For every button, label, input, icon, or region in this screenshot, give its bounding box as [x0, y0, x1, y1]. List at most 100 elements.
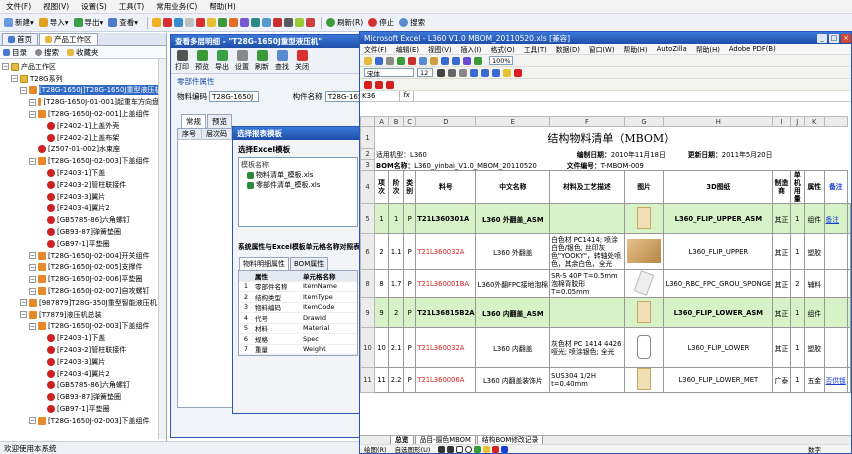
- table-header-cell[interactable]: 3D图纸: [663, 170, 774, 204]
- leaf-spacer[interactable]: [38, 193, 45, 200]
- info-row[interactable]: 适用机型：L360 编制日期：2010年11月18日 更新日期：2011年5月20日: [375, 149, 848, 160]
- checkin-icon[interactable]: [218, 18, 228, 27]
- minimize-button[interactable]: _: [817, 33, 827, 43]
- table-row[interactable]: 8 8 1.7 P T21L360001BA L360外翻FPC接地泡棉 SR-S 40P …: [360, 269, 851, 298]
- part-code-field[interactable]: T28G-1650J: [209, 91, 259, 102]
- table-cell[interactable]: 广泰: [772, 367, 791, 393]
- table-cell[interactable]: [847, 233, 851, 270]
- table-cell[interactable]: T21L360301A: [415, 203, 477, 234]
- mapping-row[interactable]: 2 结构类型 ItemType: [239, 292, 357, 303]
- table-header-cell[interactable]: 单机用量: [789, 170, 805, 204]
- detail-toolbar-button[interactable]: 关闭: [295, 49, 309, 72]
- table-cell[interactable]: 1: [789, 327, 805, 368]
- collapse-toggle-icon[interactable]: −: [2, 63, 9, 71]
- table-cell[interactable]: [847, 327, 851, 368]
- tree-node[interactable]: − [987879]T28G-350J重型智能液压机: [2, 297, 166, 309]
- table-cell[interactable]: P: [403, 327, 417, 368]
- table-cell[interactable]: 备注: [823, 203, 849, 234]
- table-cell[interactable]: [623, 203, 665, 234]
- tree-node[interactable]: − [T28G-1650J-02-003]下盖组件: [2, 321, 166, 333]
- pdf-review-icon[interactable]: [386, 80, 394, 89]
- tab-preview[interactable]: 预览: [207, 114, 232, 128]
- table-header-cell[interactable]: 项次: [374, 170, 390, 204]
- font-color-icon[interactable]: [514, 68, 522, 77]
- table-header-cell[interactable]: 制造商: [772, 170, 791, 204]
- subtab-search[interactable]: 搜索: [35, 47, 59, 58]
- collapse-toggle-icon[interactable]: −: [29, 98, 36, 106]
- menu-item[interactable]: 帮助(H): [209, 1, 236, 12]
- collapse-toggle-icon[interactable]: −: [29, 322, 36, 330]
- menu-item[interactable]: 设置(S): [81, 1, 107, 12]
- menu-item[interactable]: 视图(V): [43, 1, 69, 12]
- close-icon[interactable]: [196, 18, 206, 27]
- paste-icon[interactable]: [430, 56, 438, 65]
- excel-menu-item[interactable]: 文件(F): [364, 44, 387, 54]
- table-cell[interactable]: 10: [374, 327, 390, 368]
- table-cell[interactable]: T21L360032A: [415, 233, 477, 270]
- bom-info-row[interactable]: BOM名称：L360_yinbai_V1.0_MBOM_20110520 文件编号…: [375, 160, 848, 171]
- table-header-cell[interactable]: 图片: [623, 170, 665, 204]
- collapse-toggle-icon[interactable]: −: [29, 275, 36, 283]
- leaf-spacer[interactable]: [29, 146, 36, 153]
- collapse-toggle-icon[interactable]: −: [29, 287, 36, 295]
- table-cell[interactable]: [623, 327, 665, 368]
- table-cell[interactable]: 2: [374, 233, 390, 270]
- font-color-icon[interactable]: [501, 445, 509, 453]
- tree-node[interactable]: [F2402-1]上盖外壳: [2, 120, 166, 132]
- copy-icon[interactable]: [419, 56, 427, 65]
- row-header[interactable]: 9: [360, 297, 376, 328]
- detail-toolbar-button[interactable]: 导出: [215, 49, 229, 72]
- detail-toolbar-button[interactable]: 预览: [195, 49, 209, 72]
- row-header[interactable]: 2: [360, 148, 376, 160]
- link-icon[interactable]: [251, 18, 261, 27]
- row-header[interactable]: 3: [360, 159, 376, 171]
- tree-node[interactable]: [GB5785-86]六角螺钉: [2, 380, 166, 392]
- oval-icon[interactable]: [465, 445, 473, 453]
- pdf-mail-icon[interactable]: [375, 80, 383, 89]
- table-cell[interactable]: 塑胶: [803, 233, 825, 270]
- table-cell[interactable]: T21L360001BA: [415, 269, 477, 298]
- tab-general[interactable]: 常规: [181, 114, 206, 128]
- table-cell[interactable]: L360_FLIP_UPPER: [663, 233, 774, 270]
- table-cell[interactable]: 组件: [803, 297, 825, 328]
- table-cell[interactable]: L360 外翻盖: [475, 233, 551, 270]
- column-header[interactable]: G: [623, 116, 665, 127]
- font-size-select[interactable]: 12: [417, 68, 433, 77]
- column-header[interactable]: B: [388, 116, 405, 127]
- tree-node[interactable]: − [T28G-1650J-02-007]自攻螺钉: [2, 285, 166, 297]
- table-cell[interactable]: SR-S 40P T=0.5mm 泡棉背胶形T=0.05mm: [549, 269, 625, 298]
- print-icon[interactable]: [284, 18, 294, 27]
- preview-icon[interactable]: [397, 56, 405, 65]
- tree-node[interactable]: − T28G系列: [2, 73, 166, 85]
- release-icon[interactable]: [229, 18, 239, 27]
- leaf-spacer[interactable]: [38, 122, 45, 129]
- collapse-toggle-icon[interactable]: −: [20, 299, 27, 307]
- paste-icon[interactable]: [185, 18, 195, 27]
- mapping-row[interactable]: 1 零部件名称 ItemName: [239, 282, 357, 292]
- row-header[interactable]: 1: [360, 126, 376, 149]
- collapse-toggle-icon[interactable]: −: [29, 417, 36, 425]
- sum-icon[interactable]: [463, 56, 471, 65]
- maximize-button[interactable]: □: [829, 33, 839, 43]
- line-icon[interactable]: [438, 445, 446, 453]
- row-header[interactable]: 11: [360, 367, 376, 393]
- part-name-field[interactable]: T28G-1650J重型: [324, 91, 363, 102]
- table-cell[interactable]: P: [403, 203, 417, 234]
- table-cell[interactable]: 2: [789, 269, 805, 298]
- collapse-toggle-icon[interactable]: −: [29, 157, 36, 165]
- detail-toolbar-button[interactable]: 打印: [175, 49, 189, 72]
- excel-menu-item[interactable]: 编辑(E): [396, 44, 419, 54]
- menu-item[interactable]: 常用业务(C): [156, 1, 197, 12]
- table-row[interactable]: 6 2 1.1 P T21L360032A L360 外翻盖 白色材 PC1414; 喷涂白…: [360, 233, 851, 270]
- tree-node[interactable]: − [T28G-1650J-02-001]上盖组件: [2, 108, 166, 120]
- table-row[interactable]: 5 1 1 P T21L360301A L360 外翻盖_ASM L360_FLIP_UPP…: [360, 203, 851, 234]
- tree-node[interactable]: [GB93-87]弹簧垫圈: [2, 391, 166, 403]
- table-cell[interactable]: T21L360006A: [415, 367, 477, 393]
- table-cell[interactable]: 其正: [772, 269, 791, 298]
- row-header[interactable]: 10: [360, 327, 376, 368]
- tree-node[interactable]: [F2403-4]翼片2: [2, 203, 166, 215]
- column-header[interactable]: K: [803, 116, 825, 127]
- print-icon[interactable]: [386, 56, 394, 65]
- mapping-row[interactable]: 6 规格 Spec: [239, 334, 357, 345]
- leaf-spacer[interactable]: [38, 240, 45, 247]
